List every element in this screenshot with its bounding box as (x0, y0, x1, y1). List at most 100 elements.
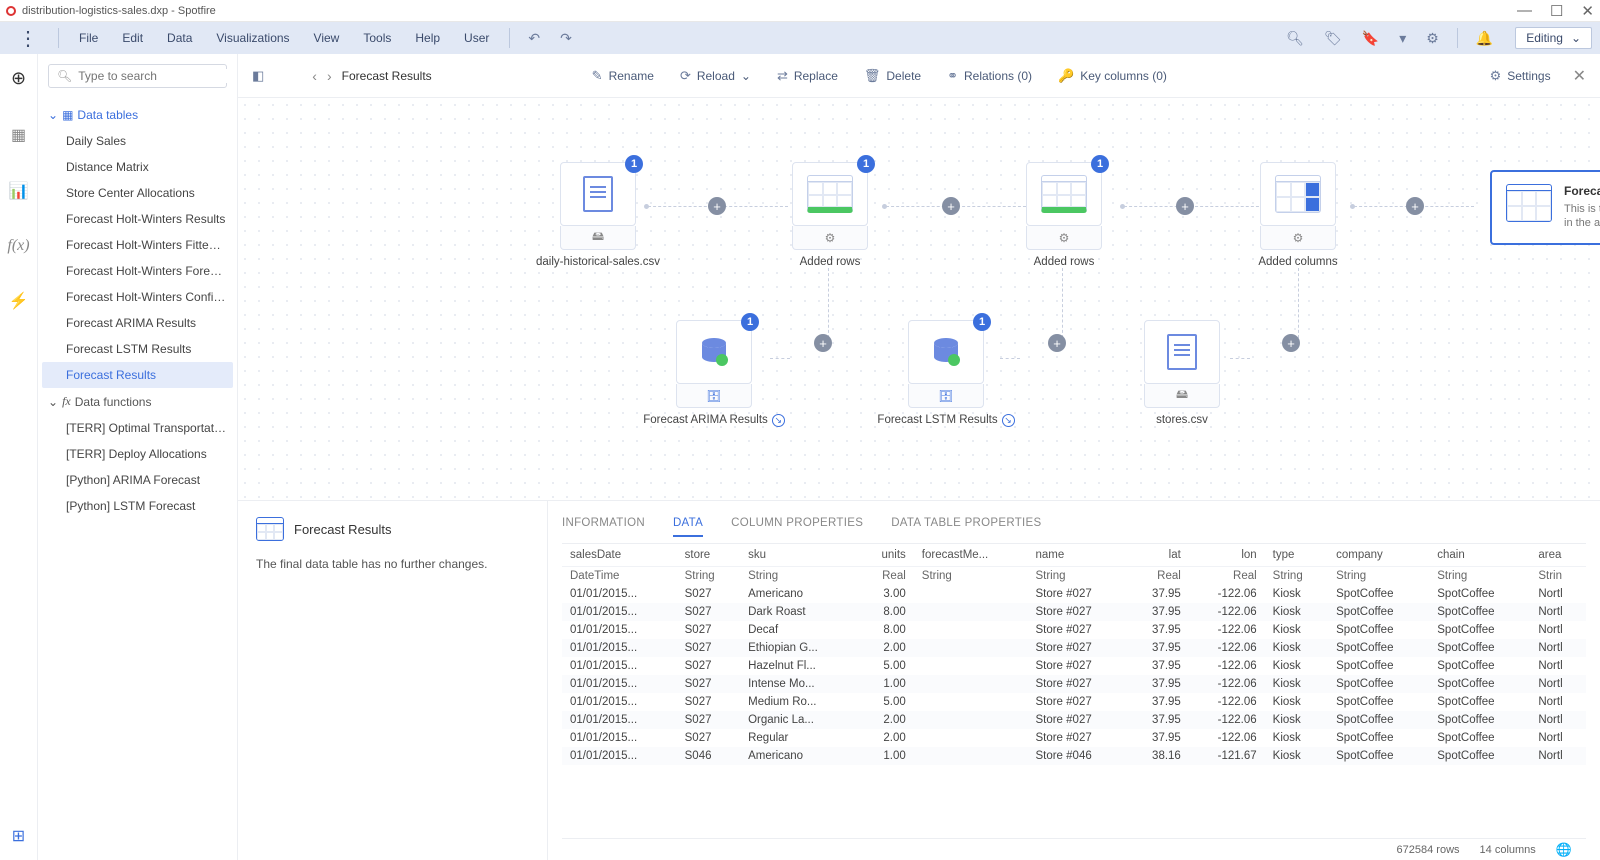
menu-data[interactable]: Data (157, 27, 202, 49)
tree-item[interactable]: Forecast ARIMA Results (38, 310, 237, 336)
column-header[interactable]: name (1027, 544, 1127, 567)
column-header[interactable]: area (1530, 544, 1586, 567)
tab-datatable-properties[interactable]: DATA TABLE PROPERTIES (891, 517, 1041, 537)
settings-icon[interactable]: ⚙ (1418, 26, 1447, 51)
transform-node[interactable]: ⚙ Added columns (1260, 162, 1336, 268)
menu-edit[interactable]: Edit (112, 27, 153, 49)
replace-button[interactable]: ⇄Replace (773, 64, 842, 88)
add-icon[interactable]: ⊕ (11, 68, 26, 89)
tag-icon[interactable]: 🏷 (1316, 26, 1350, 51)
table-row[interactable]: 01/01/2015...S027Intense Mo...1.00Store … (562, 675, 1586, 693)
column-header[interactable]: forecastMe... (914, 544, 1028, 567)
table-row[interactable]: 01/01/2015...S027Dark Roast8.00Store #02… (562, 603, 1586, 621)
tree-datatables-header[interactable]: ⌄ ▦ Data tables (38, 102, 237, 128)
search-box[interactable]: 🔍︎ (48, 64, 227, 88)
menu-view[interactable]: View (304, 27, 350, 49)
chart-icon[interactable]: 📊 (9, 181, 29, 201)
table-row[interactable]: 01/01/2015...S027Regular2.00Store #02737… (562, 729, 1586, 747)
delete-button[interactable]: 🗑Delete (860, 64, 925, 88)
maximize-button[interactable]: ☐ (1550, 2, 1563, 20)
add-step-button[interactable]: + (708, 197, 726, 215)
add-step-button[interactable]: + (1048, 334, 1066, 352)
function-node[interactable]: 1 🗄 Forecast ARIMA Results↘ (676, 320, 752, 427)
tree-item[interactable]: [Python] LSTM Forecast (38, 493, 237, 519)
tree-item[interactable]: Forecast Holt-Winters Forecast L... (38, 258, 237, 284)
tree-item[interactable]: [TERR] Deploy Allocations (38, 441, 237, 467)
table-row[interactable]: 01/01/2015...S046Americano1.00Store #046… (562, 747, 1586, 765)
filter-icon[interactable]: ▾ (1391, 26, 1414, 51)
minimize-button[interactable]: — (1517, 2, 1532, 20)
alert-icon[interactable]: 🔔 (1468, 26, 1501, 51)
tree-item[interactable]: Store Center Allocations (38, 180, 237, 206)
source-node[interactable]: 🖴 stores.csv (1144, 320, 1220, 426)
column-header[interactable]: type (1265, 544, 1328, 567)
tree-item[interactable]: Forecast Holt-Winters Results (38, 206, 237, 232)
result-node[interactable]: Forecast Results This is the data table … (1490, 170, 1600, 245)
column-header[interactable]: lat (1127, 544, 1189, 567)
puzzle-icon[interactable]: ⊞ (12, 826, 25, 846)
table-row[interactable]: 01/01/2015...S027Medium Ro...5.00Store #… (562, 693, 1586, 711)
tree-item[interactable]: Forecast LSTM Results (38, 336, 237, 362)
tab-information[interactable]: INFORMATION (562, 517, 645, 537)
add-step-button[interactable]: + (1176, 197, 1194, 215)
tree-item[interactable]: [TERR] Optimal Transportation B... (38, 415, 237, 441)
table-icon[interactable]: ▦ (11, 125, 26, 145)
forward-button[interactable]: › (327, 68, 332, 84)
goto-icon[interactable]: ↘ (1002, 414, 1015, 427)
keycolumns-button[interactable]: 🔑Key columns (0) (1054, 64, 1171, 88)
table-row[interactable]: 01/01/2015...S027Organic La...2.00Store … (562, 711, 1586, 729)
tree-item[interactable]: Forecast Holt-Winters Fitted Line... (38, 232, 237, 258)
reload-button[interactable]: ⟳Reload⌄ (676, 64, 755, 88)
data-canvas[interactable]: + + + + + + + 1 🖴 daily-historical-sales… (238, 98, 1600, 500)
column-header[interactable]: chain (1429, 544, 1530, 567)
tree-item[interactable]: Forecast Holt-Winters Confidenc... (38, 284, 237, 310)
bookmark-icon[interactable]: 🔖 (1354, 26, 1387, 51)
globe-icon[interactable]: 🌐 (1556, 842, 1572, 858)
function-node[interactable]: 1 🗄 Forecast LSTM Results↘ (908, 320, 984, 427)
goto-icon[interactable]: ↘ (772, 414, 785, 427)
tab-data[interactable]: DATA (673, 517, 703, 537)
back-button[interactable]: ‹ (312, 68, 317, 84)
menu-visualizations[interactable]: Visualizations (206, 27, 299, 49)
table-row[interactable]: 01/01/2015...S027Americano3.00Store #027… (562, 585, 1586, 603)
mode-dropdown[interactable]: Editing ⌄ (1515, 27, 1592, 49)
relations-button[interactable]: ⚭Relations (0) (943, 64, 1036, 88)
menu-help[interactable]: Help (405, 27, 450, 49)
fx-icon[interactable]: f(x) (7, 237, 29, 255)
transform-node[interactable]: 1 ⚙ Added rows (792, 162, 868, 268)
add-step-button[interactable]: + (814, 334, 832, 352)
tree-item[interactable]: Distance Matrix (38, 154, 237, 180)
tree-datafunctions-header[interactable]: ⌄ fx Data functions (38, 388, 237, 415)
panel-icon[interactable]: ◧ (252, 68, 264, 84)
column-header[interactable]: company (1328, 544, 1429, 567)
add-step-button[interactable]: + (1282, 334, 1300, 352)
menu-user[interactable]: User (454, 27, 499, 49)
column-header[interactable]: salesDate (562, 544, 677, 567)
close-button[interactable]: ✕ (1581, 2, 1594, 20)
close-panel-button[interactable]: ✕ (1573, 66, 1586, 86)
column-header[interactable]: units (858, 544, 914, 567)
search-icon[interactable]: 🔍︎ (1278, 26, 1312, 51)
menu-tools[interactable]: Tools (353, 27, 401, 49)
tab-column-properties[interactable]: COLUMN PROPERTIES (731, 517, 863, 537)
column-header[interactable]: store (677, 544, 740, 567)
table-row[interactable]: 01/01/2015...S027Hazelnut Fl...5.00Store… (562, 657, 1586, 675)
settings-button[interactable]: ⚙Settings (1486, 64, 1555, 88)
app-menu-button[interactable]: ⋮ (8, 26, 48, 51)
table-row[interactable]: 01/01/2015...S027Decaf8.00Store #02737.9… (562, 621, 1586, 639)
tree-item[interactable]: Daily Sales (38, 128, 237, 154)
menu-file[interactable]: File (69, 27, 108, 49)
column-header[interactable]: lon (1189, 544, 1265, 567)
bolt-icon[interactable]: ⚡ (9, 291, 29, 311)
tree-item[interactable]: [Python] ARIMA Forecast (38, 467, 237, 493)
source-node[interactable]: 1 🖴 daily-historical-sales.csv (560, 162, 636, 268)
undo-button[interactable]: ↶ (520, 26, 548, 51)
search-input[interactable] (78, 69, 233, 83)
table-row[interactable]: 01/01/2015...S027Ethiopian G...2.00Store… (562, 639, 1586, 657)
rename-button[interactable]: ✎Rename (588, 64, 658, 88)
transform-node[interactable]: 1 ⚙ Added rows (1026, 162, 1102, 268)
redo-button[interactable]: ↷ (552, 26, 580, 51)
tree-item[interactable]: Forecast Results (42, 362, 233, 388)
column-header[interactable]: sku (740, 544, 858, 567)
add-step-button[interactable]: + (942, 197, 960, 215)
